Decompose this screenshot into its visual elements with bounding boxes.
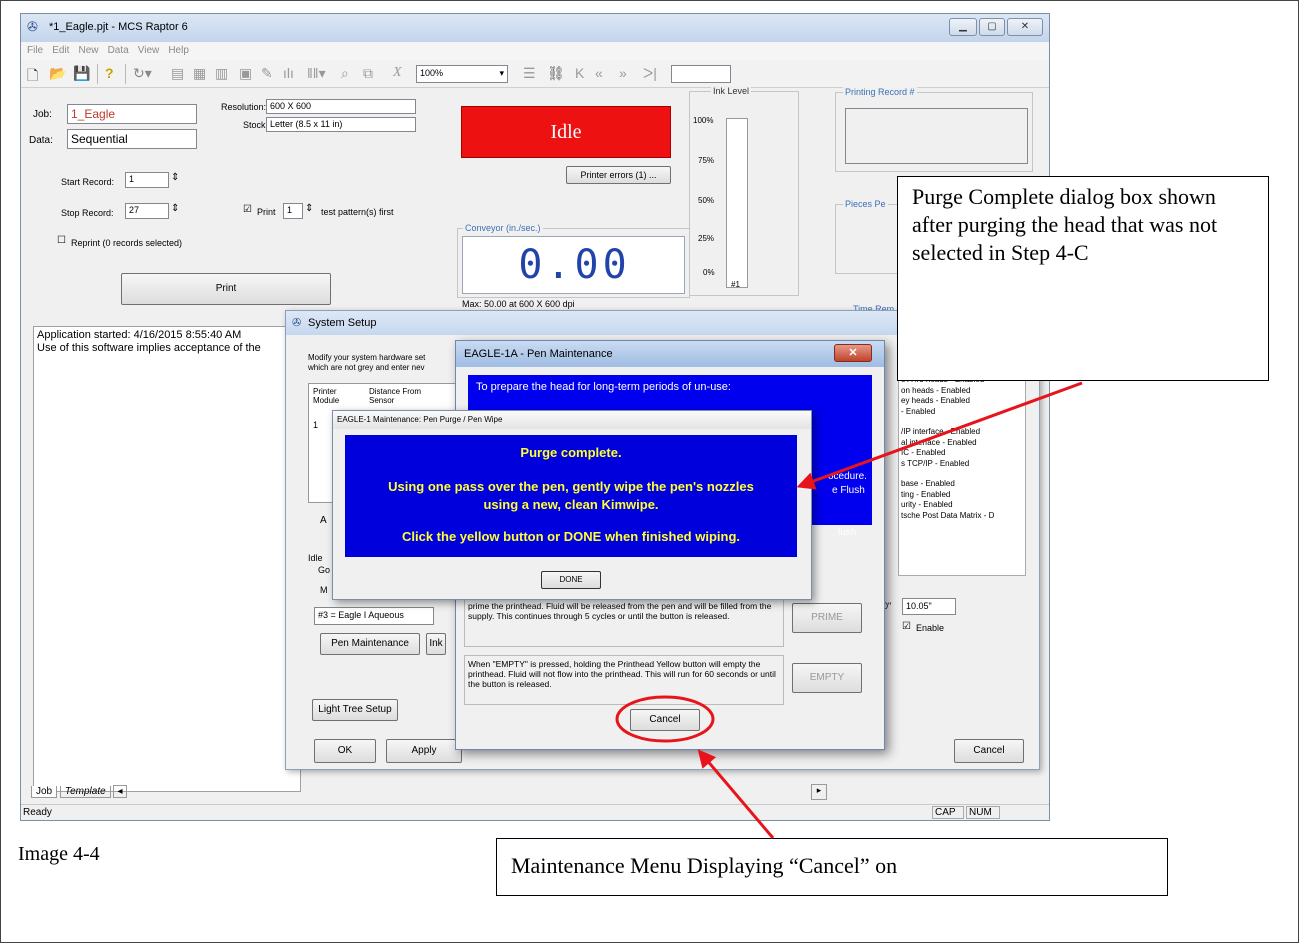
arrow-to-purge-dialog (796, 381, 1083, 490)
arrow-to-cancel-button (697, 749, 775, 839)
cancel-highlight-circle (615, 695, 715, 743)
annotation-overlay (615, 381, 1083, 839)
